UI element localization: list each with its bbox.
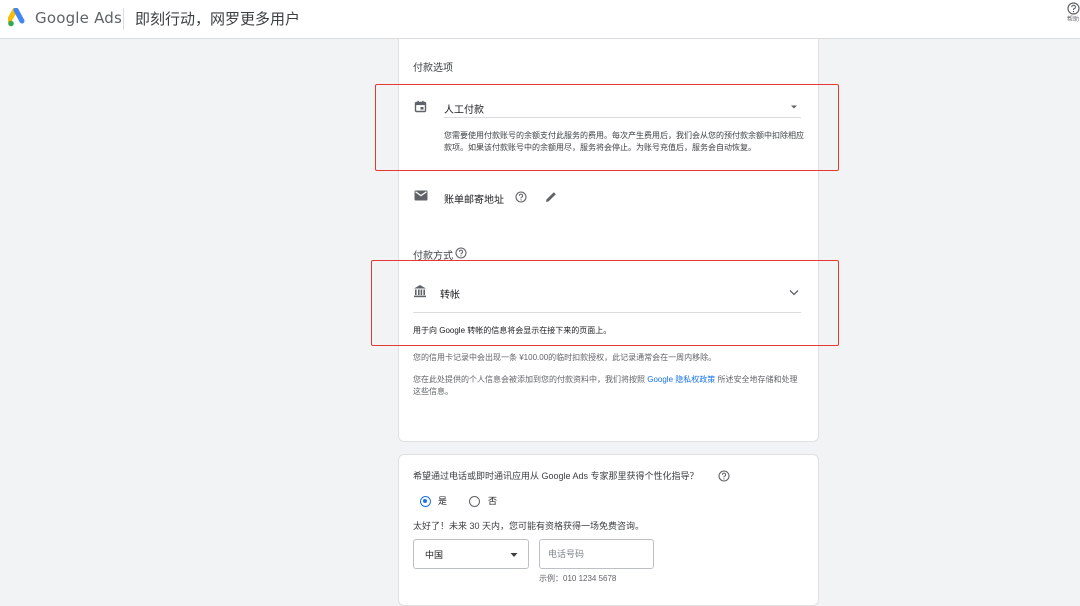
help-label: 帮助 — [1066, 17, 1079, 23]
calendar-icon — [414, 100, 427, 113]
payment-method-value: 人工付款 — [444, 105, 484, 116]
header-tagline: 即刻行动，网罗更多用户 — [135, 11, 301, 28]
phone-number-input[interactable] — [539, 539, 654, 569]
consultation-question: 希望通过电话或即时通讯应用从 Google Ads 专家那里获得个性化指导？ — [413, 471, 699, 481]
payment-type-select[interactable]: 转帐 — [440, 281, 802, 303]
radio-option-no[interactable]: 否 — [466, 494, 506, 509]
mail-icon — [414, 190, 428, 201]
chevron-down-icon — [789, 290, 799, 296]
payment-type-value: 转帐 — [440, 290, 460, 301]
transfer-note: 用于向 Google 转帐的信息将会显示在接下来的页面上。 — [413, 326, 612, 335]
country-select[interactable]: 中国 — [413, 539, 529, 569]
payment-options-title: 付款选项 — [413, 63, 453, 74]
dropdown-arrow-icon — [510, 553, 518, 557]
edit-pencil-icon[interactable] — [544, 190, 558, 204]
dropdown-arrow-icon — [791, 105, 797, 109]
radio-option-yes[interactable]: 是 — [418, 494, 458, 509]
phone-example: 示例：010 1234 5678 — [539, 574, 617, 583]
country-value: 中国 — [425, 550, 444, 560]
payment-type-title: 付款方式 — [413, 251, 453, 262]
help-button[interactable]: 帮助 — [1066, 2, 1080, 23]
radio-no-label: 否 — [488, 496, 498, 506]
payment-method-select[interactable]: 人工付款 — [444, 96, 801, 118]
bank-icon — [414, 285, 426, 298]
help-circle-icon[interactable] — [718, 470, 730, 482]
payment-method-description: 您需要使用付款账号的余额支付此服务的费用。每次产生费用后，我们会从您的预付款余额… — [444, 131, 804, 152]
privacy-policy-link[interactable]: Google 隐私权政策 — [647, 375, 715, 384]
consultation-promo: 太好了！未来 30 天内，您可能有资格获得一场免费咨询。 — [413, 521, 645, 531]
privacy-note: 您在此处提供的个人信息会被添加到您的付款资料中，我们将按照 Google 隐私权… — [413, 374, 803, 398]
select-underline — [444, 117, 801, 118]
help-circle-icon[interactable] — [455, 247, 467, 259]
radio-yes-label: 是 — [438, 496, 448, 506]
google-ads-logo-icon[interactable] — [8, 8, 28, 28]
radio-no-unselected[interactable] — [469, 496, 480, 507]
radio-yes-selected[interactable] — [420, 496, 431, 507]
billing-address-label: 账单邮寄地址 — [444, 195, 504, 206]
payment-type-divider — [413, 312, 801, 313]
header-divider — [123, 8, 124, 30]
brand-name: Google Ads — [35, 9, 122, 27]
privacy-note-prefix: 您在此处提供的个人信息会被添加到您的付款资料中，我们将按照 — [413, 375, 645, 384]
top-bar: Google Ads 即刻行动，网罗更多用户 帮助 — [0, 0, 1080, 39]
help-circle-icon[interactable] — [515, 191, 527, 203]
temporary-charge-note: 您的信用卡记录中会出现一条 ¥100.00的临时扣款授权，此记录通常会在一周内移… — [413, 353, 717, 362]
